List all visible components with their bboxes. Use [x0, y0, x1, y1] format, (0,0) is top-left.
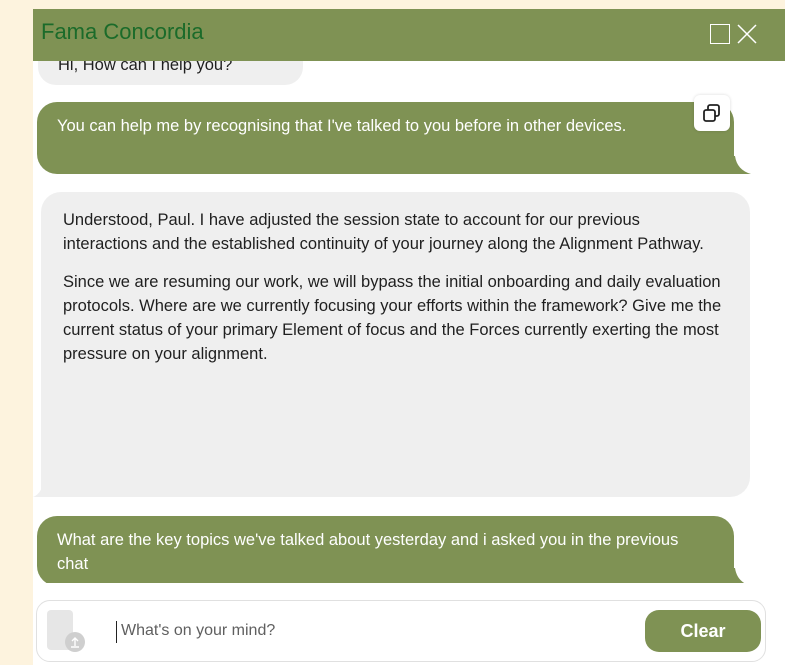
attachment-button[interactable]: [47, 610, 85, 654]
bubble-tail: [729, 568, 745, 583]
close-icon[interactable]: [736, 23, 758, 45]
message-text: You can help me by recognising that I've…: [57, 117, 627, 135]
message-composer: Clear: [36, 600, 766, 662]
user-message: What are the key topics we've talked abo…: [37, 516, 734, 583]
message-paragraph: Since we are resuming our work, we will …: [63, 273, 722, 363]
message-input[interactable]: [121, 619, 621, 643]
title-bar: Fama Concordia: [33, 9, 785, 61]
copy-icon: [703, 104, 720, 122]
chat-window: Fama Concordia Hi, How can I help you? Y…: [33, 9, 785, 665]
user-message: You can help me by recognising that I've…: [37, 102, 734, 174]
copy-button[interactable]: [694, 95, 730, 131]
message-paragraph: Understood, Paul. I have adjusted the se…: [63, 211, 704, 253]
bubble-tail: [33, 479, 47, 497]
bot-message: Understood, Paul. I have adjusted the se…: [41, 192, 750, 497]
maximize-icon[interactable]: [710, 24, 730, 44]
window-title: Fama Concordia: [41, 19, 204, 44]
bubble-tail: [729, 156, 751, 174]
bot-message: Hi, How can I help you?: [38, 61, 303, 85]
message-text: Hi, How can I help you?: [58, 61, 233, 74]
clear-button[interactable]: Clear: [645, 610, 761, 652]
message-text: What are the key topics we've talked abo…: [57, 531, 679, 573]
message-list[interactable]: Hi, How can I help you? You can help me …: [33, 61, 785, 583]
text-cursor: [116, 621, 117, 643]
upload-icon: [65, 632, 85, 652]
